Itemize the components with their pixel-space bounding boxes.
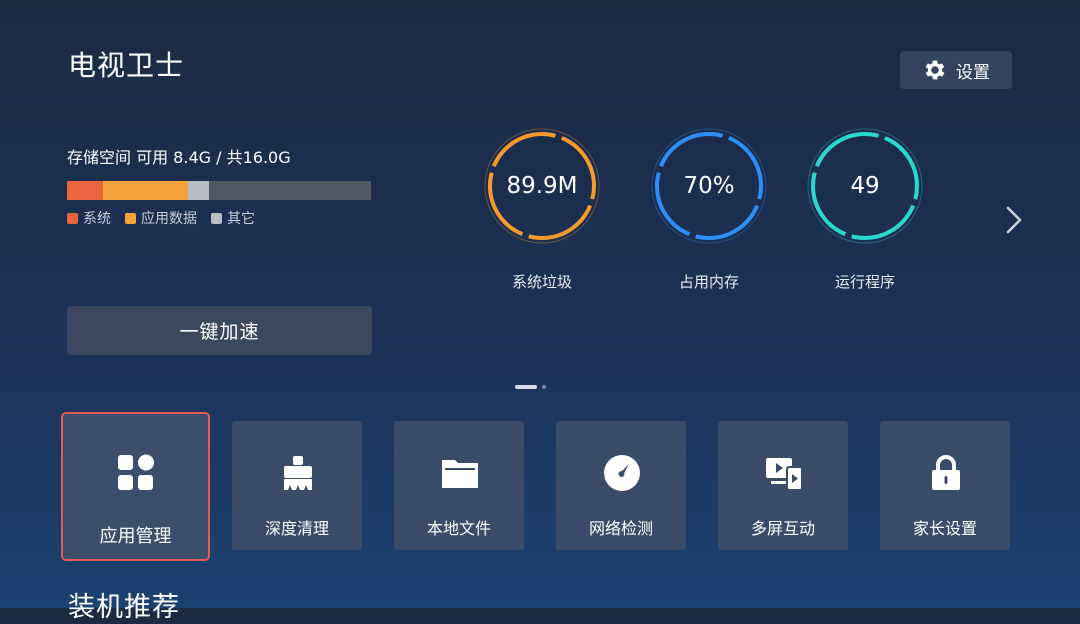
tile-parental-settings[interactable]: 家长设置 xyxy=(880,421,1010,550)
memory-stat-ring[interactable]: 70% xyxy=(650,127,768,245)
tile-label: 多屏互动 xyxy=(750,519,815,538)
folder-icon xyxy=(442,460,478,488)
storage-segment-app-data xyxy=(103,181,188,200)
tile-label: 深度清理 xyxy=(264,519,329,538)
app-title: 电视卫士 xyxy=(68,49,185,82)
tile-label: 网络检测 xyxy=(588,519,653,538)
tile-deep-clean[interactable]: 深度清理 xyxy=(232,421,362,550)
legend-swatch xyxy=(67,212,78,224)
legend-item-system: 系统 xyxy=(67,208,111,228)
legend-label: 应用数据 xyxy=(141,211,197,227)
settings-label: 设置 xyxy=(956,62,990,83)
tile-label: 本地文件 xyxy=(426,519,491,538)
storage-summary: 存储空间 可用 8.4G / 共16.0G xyxy=(67,148,291,167)
storage-bar xyxy=(67,181,371,200)
memory-label: 占用内存 xyxy=(678,273,739,291)
recommended-apps-heading: 装机推荐 xyxy=(68,592,180,623)
junk-stat-ring[interactable]: 89.9M xyxy=(483,127,601,245)
cleaning-brush-icon xyxy=(284,456,312,490)
programs-value: 49 xyxy=(850,173,880,199)
legend-item-app-data: 应用数据 xyxy=(125,208,197,228)
page-dot xyxy=(542,385,546,389)
storage-segment-other xyxy=(188,181,209,200)
memory-value: 70% xyxy=(683,173,735,199)
tile-label: 应用管理 xyxy=(99,526,172,547)
tile-app-management[interactable]: 应用管理 xyxy=(61,412,210,561)
legend-label: 其它 xyxy=(227,211,255,227)
multi-screen-icon xyxy=(766,458,803,491)
junk-value: 89.9M xyxy=(506,173,578,199)
legend-swatch xyxy=(211,212,222,224)
tile-network-check[interactable]: 网络检测 xyxy=(556,421,686,550)
tile-multi-screen[interactable]: 多屏互动 xyxy=(718,421,848,550)
tile-local-files[interactable]: 本地文件 xyxy=(394,421,524,550)
apps-grid-icon xyxy=(118,454,154,490)
settings-button[interactable]: 设置 xyxy=(900,51,1012,89)
storage-legend: 系统 应用数据 其它 xyxy=(67,208,255,228)
programs-stat-ring[interactable]: 49 xyxy=(806,127,924,245)
legend-label: 系统 xyxy=(83,211,111,227)
legend-item-other: 其它 xyxy=(211,208,255,228)
page-dot-active xyxy=(515,385,537,389)
gear-icon xyxy=(925,60,945,80)
page-indicator xyxy=(515,385,546,389)
chevron-right-icon[interactable] xyxy=(1002,205,1026,235)
one-click-boost-button[interactable]: 一键加速 xyxy=(67,306,372,355)
storage-segment-system xyxy=(67,181,103,200)
speedometer-icon xyxy=(604,455,640,491)
programs-label: 运行程序 xyxy=(834,273,895,291)
junk-label: 系统垃圾 xyxy=(511,273,572,291)
tile-label: 家长设置 xyxy=(912,519,977,538)
lock-icon xyxy=(932,455,960,490)
legend-swatch xyxy=(125,212,136,224)
